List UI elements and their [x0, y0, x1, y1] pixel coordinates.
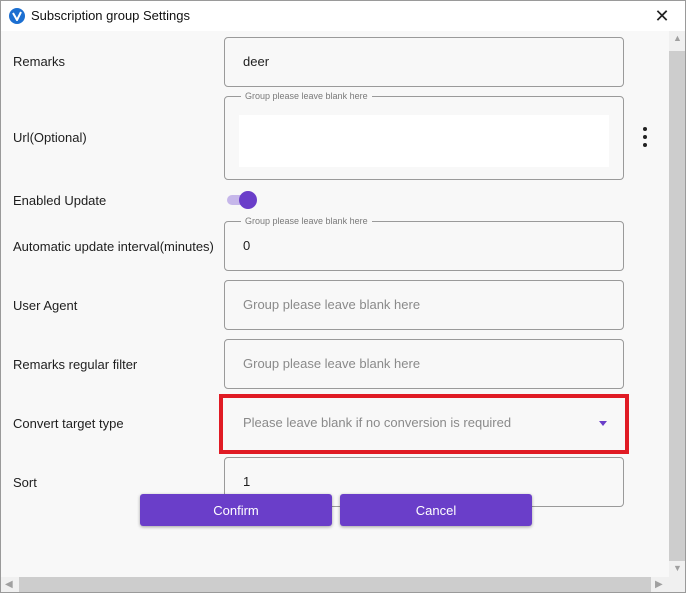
url-floating-label: Group please leave blank here — [241, 91, 372, 102]
remarks-input[interactable]: deer — [224, 37, 624, 87]
more-options-icon[interactable] — [638, 127, 652, 147]
url-textarea[interactable]: Group please leave blank here — [224, 91, 624, 180]
url-label: Url(Optional) — [13, 130, 87, 145]
confirm-button[interactable]: Confirm — [140, 494, 332, 526]
remarks-filter-label: Remarks regular filter — [13, 357, 138, 372]
scrollbar-corner — [669, 577, 685, 592]
close-button[interactable]: ✕ — [639, 1, 685, 31]
sort-label: Sort — [13, 475, 37, 490]
window-title: Subscription group Settings — [31, 8, 190, 23]
scroll-left-icon[interactable]: ◀ — [5, 579, 13, 590]
remarks-value: deer — [243, 54, 270, 69]
title-bar: Subscription group Settings ✕ — [1, 1, 685, 31]
remarks-filter-input[interactable]: Group please leave blank here — [224, 339, 624, 389]
update-interval-value: 0 — [243, 238, 251, 253]
url-text-area-inner[interactable] — [239, 115, 609, 167]
update-interval-floating-label: Group please leave blank here — [241, 216, 372, 227]
horizontal-scrollbar[interactable]: ◀ ▶ — [1, 577, 669, 592]
horizontal-scroll-thumb[interactable] — [19, 577, 651, 592]
scroll-down-icon[interactable]: ▼ — [673, 563, 682, 573]
user-agent-label: User Agent — [13, 298, 78, 313]
app-logo-icon — [9, 8, 25, 24]
highlight-box — [219, 394, 629, 454]
sort-value: 1 — [243, 474, 251, 489]
remarks-filter-placeholder: Group please leave blank here — [243, 356, 421, 371]
remarks-label: Remarks — [13, 54, 66, 69]
vertical-scroll-thumb[interactable] — [669, 51, 685, 561]
settings-window: Subscription group Settings ✕ Remarks de… — [0, 0, 686, 593]
user-agent-input[interactable]: Group please leave blank here — [224, 280, 624, 330]
cancel-button[interactable]: Cancel — [340, 494, 532, 526]
scroll-right-icon[interactable]: ▶ — [655, 579, 663, 590]
user-agent-placeholder: Group please leave blank here — [243, 297, 421, 312]
update-interval-label: Automatic update interval(minutes) — [13, 239, 214, 254]
update-interval-input[interactable]: Group please leave blank here 0 — [224, 216, 624, 271]
convert-target-label: Convert target type — [13, 416, 124, 431]
form-content: Remarks deer Url(Optional) Group please … — [1, 31, 669, 577]
toggle-thumb — [239, 191, 257, 209]
scroll-up-icon[interactable]: ▲ — [673, 33, 682, 43]
close-icon: ✕ — [654, 5, 670, 26]
enabled-update-toggle[interactable] — [225, 191, 259, 209]
vertical-scrollbar[interactable]: ▲ ▼ — [669, 31, 685, 577]
enabled-update-label: Enabled Update — [13, 193, 107, 208]
